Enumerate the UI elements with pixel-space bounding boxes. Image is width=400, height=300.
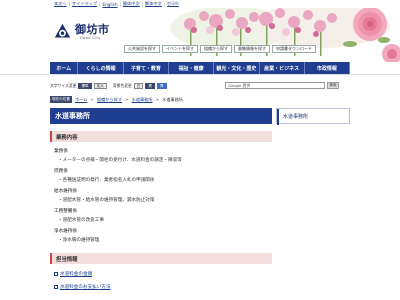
- quick-links: 公共施設を探す イベントを探す 組織から探す 募集情報を探す 申請書ダウンロード: [124, 45, 316, 53]
- sidebar-current-section[interactable]: 水道事務所: [276, 108, 350, 125]
- duty-group-name: 給水維持係: [54, 189, 77, 194]
- duty-group-name: 工務整備係: [54, 209, 77, 214]
- sidebar-item-label: 水道事務所: [283, 114, 309, 120]
- duty-item: ・道配水管の改良工事: [58, 218, 104, 223]
- util-link-english[interactable]: English: [102, 2, 117, 7]
- info-link-row: 水道料金のお支払い方法: [50, 284, 272, 290]
- util-link-sitemap[interactable]: サイトマップ: [72, 1, 97, 7]
- utility-links: 本文へ | サイトマップ | English | 簡体中文 | 繁体中文 | 한국어: [54, 1, 179, 7]
- site-header: 御坊市 Gobo City 公共施設を探す イベントを探す 組織から探す 募集情…: [0, 8, 400, 62]
- info-heading: 担当情報: [50, 253, 272, 264]
- site-name: 御坊市: [75, 22, 110, 36]
- nav-welfare-health[interactable]: 福祉・健康: [168, 62, 215, 74]
- duties-list: 業務係 ・メーターの点検・開栓の受付け、水道料金の調定・徴収等 庶務係 ・各種送…: [50, 148, 272, 243]
- water-fee-amount-link[interactable]: 水道料金の金額: [60, 271, 92, 277]
- util-link-skip[interactable]: 本文へ: [54, 1, 67, 7]
- duty-group-name: 業務係: [54, 149, 68, 154]
- util-link-traditional-chinese[interactable]: 繁体中文: [145, 1, 162, 7]
- breadcrumb: 現在の位置 ホーム > 組織から探す > 水道事務所 > 水道事務所: [50, 96, 183, 103]
- global-nav: ホーム くらしの情報 子育て・教育 福祉・健康 観光・文化・歴史 産業・ビジネス…: [50, 62, 351, 74]
- nav-tourism-culture[interactable]: 観光・文化・歴史: [214, 62, 260, 74]
- site-logo[interactable]: 御坊市 Gobo City: [54, 23, 110, 40]
- nav-city-government[interactable]: 市政情報: [304, 62, 351, 74]
- header-flowers-image: [170, 8, 400, 62]
- duties-heading: 業務内容: [50, 131, 272, 142]
- duty-item: ・各種送証明の発行、業者指名入札の申請関係: [58, 178, 155, 183]
- search-button[interactable]: 検索: [327, 82, 339, 89]
- breadcrumb-here-label: 現在の位置: [50, 96, 72, 103]
- breadcrumb-current: 水道事務所: [162, 96, 183, 102]
- accessibility-tools: 文字サイズ変更 標準 拡大 背景色変更 白 黒 青 Google 提供 検索: [50, 82, 350, 90]
- info-link-row: 水道料金の金額: [50, 271, 272, 277]
- quick-link-organization[interactable]: 組織から探す: [200, 45, 232, 53]
- duty-item: ・浄水場の維持管理: [58, 238, 100, 243]
- font-size-enlarge-button[interactable]: 拡大: [93, 83, 107, 89]
- duty-group-name: 浄水維持係: [54, 229, 77, 234]
- bg-white-button[interactable]: 白: [133, 83, 144, 89]
- breadcrumb-home[interactable]: ホーム: [75, 97, 87, 103]
- duty-group-name: 庶務係: [54, 169, 68, 174]
- nav-divider: [0, 74, 400, 75]
- duty-item: ・道配水管・給水管の維持管理、漏水防止対策: [58, 198, 155, 203]
- page-title: 水道事務所: [50, 108, 272, 124]
- duty-item: ・メーターの点検・開栓の受付け、水道料金の調定・徴収等: [58, 158, 182, 163]
- bg-blue-button[interactable]: 青: [157, 83, 167, 89]
- nav-industry-business[interactable]: 産業・ビジネス: [259, 62, 305, 74]
- breadcrumb-organization[interactable]: 組織から探す: [97, 97, 122, 103]
- sidebar-accent: [277, 109, 279, 125]
- city-emblem-icon: [54, 23, 71, 38]
- nav-childcare-education[interactable]: 子育て・教育: [123, 62, 169, 74]
- page-link-icon: [54, 285, 58, 289]
- bg-color-label: 背景色変更: [112, 83, 132, 88]
- breadcrumb-water-office[interactable]: 水道事務所: [132, 97, 153, 103]
- util-link-korean[interactable]: 한국어: [167, 1, 179, 7]
- util-link-simplified-chinese[interactable]: 簡体中文: [123, 1, 140, 7]
- bg-black-button[interactable]: 黒: [145, 83, 156, 89]
- page-link-icon: [54, 272, 58, 276]
- search-input[interactable]: Google 提供: [225, 82, 325, 89]
- water-fee-payment-link[interactable]: 水道料金のお支払い方法: [60, 284, 111, 290]
- main-content: 水道事務所 業務内容 業務係 ・メーターの点検・開栓の受付け、水道料金の調定・徴…: [50, 108, 272, 300]
- nav-living[interactable]: くらしの情報: [78, 62, 124, 74]
- quick-link-downloads[interactable]: 申請書ダウンロード: [272, 45, 316, 53]
- quick-link-facilities[interactable]: 公共施設を探す: [124, 45, 160, 53]
- font-size-standard-button[interactable]: 標準: [78, 83, 92, 89]
- site-search: Google 提供 検索: [225, 82, 339, 89]
- site-name-en: Gobo City: [80, 35, 101, 40]
- nav-home[interactable]: ホーム: [50, 62, 79, 74]
- font-size-label: 文字サイズ変更: [50, 83, 77, 88]
- quick-link-recruitment[interactable]: 募集情報を探す: [234, 45, 270, 53]
- quick-link-events[interactable]: イベントを探す: [162, 45, 198, 53]
